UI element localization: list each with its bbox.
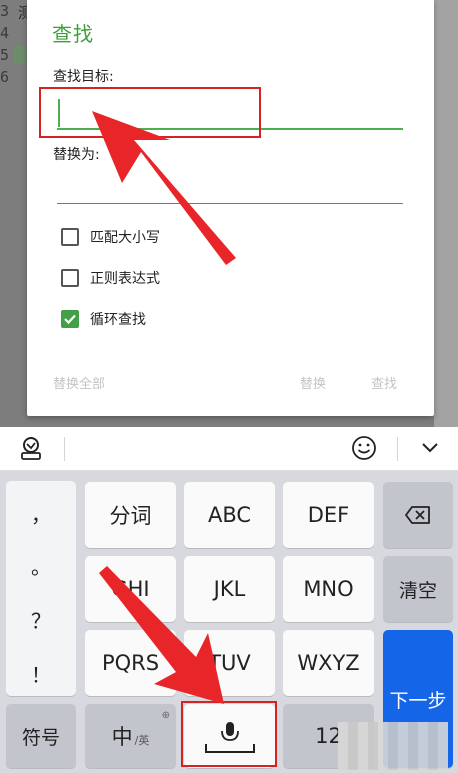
key-wxyz[interactable]: WXYZ [283, 630, 374, 696]
replace-all-button[interactable]: 替换全部 [53, 373, 105, 392]
find-input[interactable] [57, 98, 403, 130]
find-label: 查找目标: [53, 69, 114, 85]
loop-find-option[interactable]: 循环查找 [61, 309, 146, 329]
find-dialog: 查找 查找目标: 替换为: 匹配大小写 正则表达式 循环查找 替换全部 替换 查… [27, 0, 434, 416]
backspace-icon [405, 506, 430, 524]
regex-checkbox[interactable] [61, 269, 79, 287]
line-number: 3 [0, 2, 10, 20]
find-button[interactable]: 查找 [371, 373, 397, 392]
match-case-option[interactable]: 匹配大小写 [61, 227, 160, 247]
key-fenci[interactable]: 分词 [85, 482, 176, 548]
replace-label: 替换为: [53, 147, 100, 163]
line-number: 4 [0, 24, 10, 42]
editor-selection [14, 46, 26, 64]
emoji-icon[interactable] [351, 435, 377, 465]
replace-input[interactable] [57, 172, 403, 204]
regex-label: 正则表达式 [90, 271, 160, 287]
watermark-blur [338, 722, 448, 770]
collapse-chevron-icon[interactable] [419, 437, 441, 463]
globe-icon: ⊕ [161, 710, 170, 721]
key-abc[interactable]: ABC [184, 482, 275, 548]
punctuation-key[interactable]: ？ [6, 599, 76, 639]
loop-find-checkbox[interactable] [61, 310, 79, 328]
editor-scroll-area [434, 0, 458, 427]
space-voice-key[interactable] [184, 704, 275, 768]
key-jkl[interactable]: JKL [184, 556, 275, 622]
key-mno[interactable]: MNO [283, 556, 374, 622]
language-switch-key[interactable]: 中/英 ⊕ [85, 704, 176, 768]
microphone-icon [204, 722, 255, 753]
dialog-title: 查找 [52, 22, 94, 46]
key-pqrs[interactable]: PQRS [85, 630, 176, 696]
loop-find-label: 循环查找 [90, 312, 146, 328]
symbols-key[interactable]: 符号 [6, 704, 76, 768]
backspace-key[interactable] [383, 482, 453, 548]
toolbar-divider [64, 437, 65, 461]
keyboard-settings-icon[interactable] [18, 435, 44, 465]
language-sub-label: /英 [134, 734, 150, 747]
punctuation-column: ， 。 ？ ！ [6, 481, 76, 696]
checkmark-icon [64, 314, 76, 325]
key-def[interactable]: DEF [283, 482, 374, 548]
replace-button[interactable]: 替换 [300, 373, 326, 392]
line-number: 6 [0, 68, 10, 86]
punctuation-key[interactable]: 。 [6, 545, 76, 585]
punctuation-key[interactable]: ， [6, 493, 76, 533]
keyboard-toolbar [0, 427, 458, 471]
clear-key[interactable]: 清空 [383, 556, 453, 622]
language-main-label: 中 [111, 725, 133, 749]
match-case-label: 匹配大小写 [90, 230, 160, 246]
text-cursor [58, 99, 60, 127]
line-number: 5 [0, 46, 10, 64]
toolbar-divider [397, 437, 398, 461]
regex-option[interactable]: 正则表达式 [61, 268, 160, 288]
key-tuv[interactable]: TUV [184, 630, 275, 696]
match-case-checkbox[interactable] [61, 228, 79, 246]
key-ghi[interactable]: GHI [85, 556, 176, 622]
punctuation-key[interactable]: ！ [6, 653, 76, 693]
